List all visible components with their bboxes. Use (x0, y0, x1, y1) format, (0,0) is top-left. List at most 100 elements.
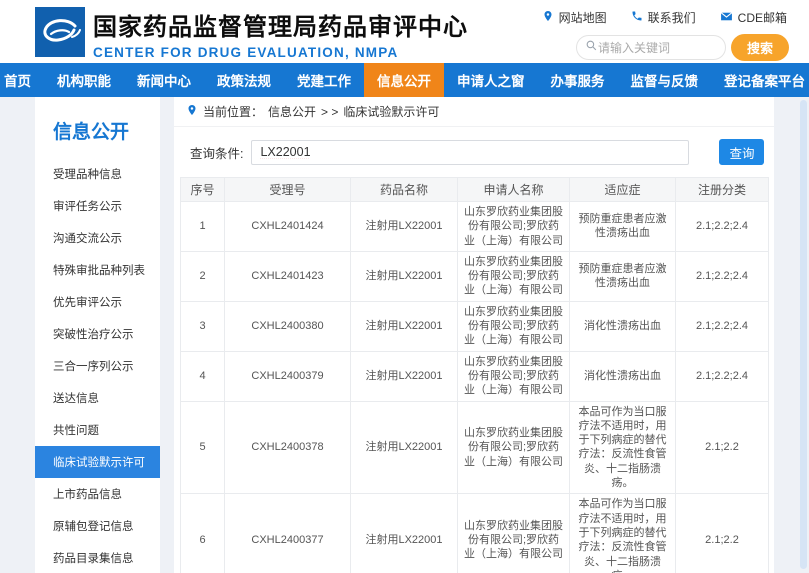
nav-item-2[interactable]: 新闻中心 (124, 63, 204, 97)
column-header-0: 序号 (181, 178, 225, 202)
column-header-4: 适应症 (570, 178, 676, 202)
breadcrumb-separator: > > (321, 105, 338, 119)
nav-item-3[interactable]: 政策法规 (204, 63, 284, 97)
sidebar-item-0[interactable]: 受理品种信息 (35, 158, 160, 190)
table-row-4: 4CXHL2400379注射用LX22001山东罗欣药业集团股份有限公司;罗欣药… (181, 351, 769, 401)
cell-index: 4 (181, 351, 225, 401)
sidebar-item-5[interactable]: 突破性治疗公示 (35, 318, 160, 350)
cell-index: 6 (181, 494, 225, 573)
query-input[interactable] (251, 140, 689, 165)
cell-applicant: 山东罗欣药业集团股份有限公司;罗欣药业（上海）有限公司 (458, 251, 570, 301)
cell-acceptance-no: CXHL2401423 (225, 251, 351, 301)
cell-index: 1 (181, 202, 225, 252)
table-header-row: 序号受理号药品名称申请人名称适应症注册分类 (181, 178, 769, 202)
location-pin-icon (542, 10, 554, 25)
quick-link-label: 联系我们 (648, 9, 696, 26)
cell-index: 3 (181, 301, 225, 351)
cell-applicant: 山东罗欣药业集团股份有限公司;罗欣药业（上海）有限公司 (458, 202, 570, 252)
cell-acceptance-no: CXHL2401424 (225, 202, 351, 252)
cell-drug-name: 注射用LX22001 (351, 301, 458, 351)
cell-drug-name: 注射用LX22001 (351, 401, 458, 494)
cell-acceptance-no: CXHL2400380 (225, 301, 351, 351)
cell-applicant: 山东罗欣药业集团股份有限公司;罗欣药业（上海）有限公司 (458, 494, 570, 573)
nav-item-0[interactable]: 首页 (0, 63, 44, 97)
site-subtitle: CENTER FOR DRUG EVALUATION, NMPA (93, 45, 468, 60)
sidebar-items: 受理品种信息审评任务公示沟通交流公示特殊审批品种列表优先审评公示突破性治疗公示三… (35, 158, 160, 573)
envelope-icon (720, 10, 733, 26)
quick-links: 网站地图 联系我们 CDE邮箱 (542, 9, 787, 26)
cell-registration-class: 2.1;2.2;2.4 (676, 301, 769, 351)
quick-link-0[interactable]: 网站地图 (542, 9, 607, 26)
cell-applicant: 山东罗欣药业集团股份有限公司;罗欣药业（上海）有限公司 (458, 351, 570, 401)
table-row-6: 6CXHL2400377注射用LX22001山东罗欣药业集团股份有限公司;罗欣药… (181, 494, 769, 573)
sidebar-item-4[interactable]: 优先审评公示 (35, 286, 160, 318)
sidebar-item-3[interactable]: 特殊审批品种列表 (35, 254, 160, 286)
sidebar-item-10[interactable]: 上市药品信息 (35, 478, 160, 510)
nav-item-6[interactable]: 申请人之窗 (444, 63, 538, 97)
search-icon (585, 39, 598, 57)
cell-drug-name: 注射用LX22001 (351, 351, 458, 401)
table-row-2: 2CXHL2401423注射用LX22001山东罗欣药业集团股份有限公司;罗欣药… (181, 251, 769, 301)
sidebar: 信息公开 受理品种信息审评任务公示沟通交流公示特殊审批品种列表优先审评公示突破性… (35, 97, 160, 573)
table-row-1: 1CXHL2401424注射用LX22001山东罗欣药业集团股份有限公司;罗欣药… (181, 202, 769, 252)
query-button[interactable]: 查询 (719, 139, 764, 165)
nav-item-9[interactable]: 登记备案平台 (711, 63, 809, 97)
cell-indication: 预防重症患者应激性溃疡出血 (570, 202, 676, 252)
cell-index: 5 (181, 401, 225, 494)
cell-drug-name: 注射用LX22001 (351, 494, 458, 573)
sidebar-title: 信息公开 (35, 109, 160, 158)
search-input[interactable] (598, 41, 708, 55)
nav-item-7[interactable]: 办事服务 (538, 63, 618, 97)
location-pin-icon (186, 104, 198, 119)
cell-indication: 消化性溃疡出血 (570, 301, 676, 351)
scrollbar-thumb[interactable] (800, 100, 807, 569)
scrollbar[interactable] (800, 100, 807, 569)
cell-index: 2 (181, 251, 225, 301)
cell-registration-class: 2.1;2.2 (676, 401, 769, 494)
nav-item-4[interactable]: 党建工作 (284, 63, 364, 97)
sidebar-item-8[interactable]: 共性问题 (35, 414, 160, 446)
cell-applicant: 山东罗欣药业集团股份有限公司;罗欣药业（上海）有限公司 (458, 401, 570, 494)
nav-item-5[interactable]: 信息公开 (364, 63, 444, 97)
cell-drug-name: 注射用LX22001 (351, 251, 458, 301)
cell-registration-class: 2.1;2.2;2.4 (676, 251, 769, 301)
quick-link-label: CDE邮箱 (738, 9, 787, 26)
query-label: 查询条件: (190, 143, 243, 162)
quick-link-1[interactable]: 联系我们 (631, 9, 696, 26)
breadcrumb-current: 临床试验默示许可 (343, 103, 439, 120)
sidebar-item-12[interactable]: 药品目录集信息 (35, 542, 160, 573)
search-button[interactable]: 搜索 (731, 34, 789, 61)
sidebar-item-11[interactable]: 原辅包登记信息 (35, 510, 160, 542)
cell-indication: 本品可作为当口服疗法不适用时，用于下列病症的替代疗法：反流性食管炎、十二指肠溃疡… (570, 494, 676, 573)
site-header: 国家药品监督管理局药品审评中心 CENTER FOR DRUG EVALUATI… (0, 0, 809, 63)
content: 当前位置： 信息公开 > > 临床试验默示许可 查询条件: 查询 序号受理号药品… (174, 97, 774, 573)
column-header-2: 药品名称 (351, 178, 458, 202)
sidebar-item-2[interactable]: 沟通交流公示 (35, 222, 160, 254)
cell-registration-class: 2.1;2.2;2.4 (676, 202, 769, 252)
cell-drug-name: 注射用LX22001 (351, 202, 458, 252)
table-row-3: 3CXHL2400380注射用LX22001山东罗欣药业集团股份有限公司;罗欣药… (181, 301, 769, 351)
column-header-3: 申请人名称 (458, 178, 570, 202)
cell-acceptance-no: CXHL2400378 (225, 401, 351, 494)
sidebar-item-1[interactable]: 审评任务公示 (35, 190, 160, 222)
cell-acceptance-no: CXHL2400379 (225, 351, 351, 401)
sidebar-item-7[interactable]: 送达信息 (35, 382, 160, 414)
quick-link-2[interactable]: CDE邮箱 (720, 9, 787, 26)
column-header-5: 注册分类 (676, 178, 769, 202)
breadcrumb: 当前位置： 信息公开 > > 临床试验默示许可 (174, 97, 774, 127)
breadcrumb-link-section[interactable]: 信息公开 (268, 103, 316, 120)
column-header-1: 受理号 (225, 178, 351, 202)
cell-applicant: 山东罗欣药业集团股份有限公司;罗欣药业（上海）有限公司 (458, 301, 570, 351)
nav-item-1[interactable]: 机构职能 (44, 63, 124, 97)
cell-indication: 消化性溃疡出血 (570, 351, 676, 401)
sidebar-item-9[interactable]: 临床试验默示许可 (35, 446, 160, 478)
quick-link-label: 网站地图 (559, 9, 607, 26)
cell-indication: 本品可作为当口服疗法不适用时，用于下列病症的替代疗法：反流性食管炎、十二指肠溃疡… (570, 401, 676, 494)
table-row-5: 5CXHL2400378注射用LX22001山东罗欣药业集团股份有限公司;罗欣药… (181, 401, 769, 494)
breadcrumb-label: 当前位置： (203, 103, 263, 120)
main-nav: 首页机构职能新闻中心政策法规党建工作信息公开申请人之窗办事服务监督与反馈登记备案… (0, 63, 809, 97)
nav-item-8[interactable]: 监督与反馈 (618, 63, 712, 97)
site-title: 国家药品监督管理局药品审评中心 (93, 7, 468, 42)
search-area: 搜索 (576, 34, 789, 61)
sidebar-item-6[interactable]: 三合一序列公示 (35, 350, 160, 382)
